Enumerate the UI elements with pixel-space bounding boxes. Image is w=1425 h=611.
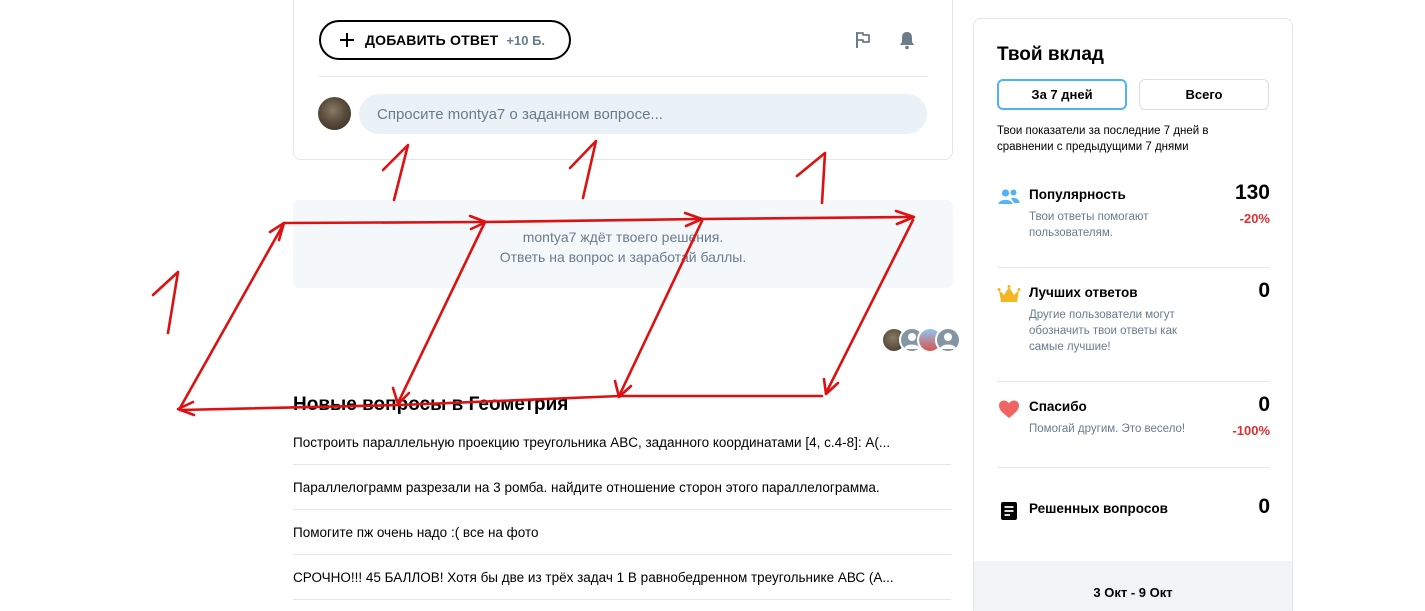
stat-value: 0 [1258, 495, 1270, 518]
question-link[interactable]: Помогите пж очень надо :( все на фото [293, 510, 951, 555]
stat-description: Другие пользователи могут обозначить тво… [1029, 309, 1177, 353]
question-link[interactable]: Построить параллельную проекцию треуголь… [293, 420, 951, 465]
viewer-avatar [935, 327, 961, 353]
stat-value: 0 [1258, 279, 1270, 302]
handwritten-one [795, 151, 827, 205]
bell-icon[interactable] [897, 30, 917, 50]
current-user-avatar [318, 97, 351, 130]
card-divider [319, 76, 927, 77]
contribution-description: Твои показатели за последние 7 дней в ср… [997, 125, 1209, 153]
stat-label: Популярность [1029, 187, 1126, 202]
stat-value: 0 [1258, 393, 1270, 416]
stat-divider [997, 381, 1270, 382]
stat-label: Решенных вопросов [1029, 501, 1168, 516]
add-answer-points: +10 Б. [506, 32, 546, 48]
stat-delta: -100% [1232, 423, 1270, 438]
stat-divider [997, 467, 1270, 468]
stat-value: 130 [1234, 181, 1270, 204]
new-questions-list: Построить параллельную проекцию треуголь… [293, 420, 951, 600]
question-link[interactable]: Параллелограмм разрезали на 3 ромба. най… [293, 465, 951, 510]
arrowhead [822, 377, 840, 396]
flag-icon[interactable] [853, 30, 873, 50]
tab-total[interactable]: Всего [1139, 79, 1269, 110]
contribution-title: Твой вклад [997, 44, 1104, 65]
stat-divider [997, 267, 1270, 268]
users-icon [998, 189, 1020, 204]
stat-delta: -20% [1239, 211, 1270, 226]
arrowhead [613, 379, 633, 399]
drawing-stroke [178, 223, 285, 410]
add-answer-button[interactable]: ДОБАВИТЬ ОТВЕТ +10 Б. [319, 20, 571, 60]
question-link[interactable]: СРОЧНО!!! 45 БАЛЛОВ! Хотя бы две из трёх… [293, 555, 951, 600]
new-questions-title: Новые вопросы в Геометрия [293, 394, 569, 415]
arrowhead [268, 221, 286, 242]
stat-description: Твои ответы помогают пользователям. [1029, 211, 1149, 239]
ask-question-input[interactable] [359, 94, 927, 134]
waiting-for-answer-box: montya7 ждёт твоего решения. Ответь на в… [293, 200, 953, 288]
arrowhead [176, 400, 196, 417]
heart-icon [999, 400, 1019, 418]
crown-icon [997, 285, 1021, 302]
contribution-panel: Твой вклад За 7 дней Всего Твои показате… [973, 18, 1293, 611]
stat-description: Помогай другим. Это весело! [1029, 423, 1186, 435]
viewers-avatars [881, 327, 961, 353]
waiting-line-2: Ответь на вопрос и заработай баллы. [499, 249, 747, 265]
handwritten-one [151, 270, 180, 335]
date-range: 3 Окт - 9 Окт [974, 561, 1292, 611]
stat-label: Спасибо [1029, 399, 1087, 414]
tab-7-days[interactable]: За 7 дней [997, 79, 1127, 110]
plus-icon [340, 33, 354, 47]
stat-label: Лучших ответов [1029, 285, 1138, 300]
document-icon [1001, 502, 1017, 520]
add-answer-label: ДОБАВИТЬ ОТВЕТ [365, 32, 499, 48]
waiting-line-1: montya7 ждёт твоего решения. [522, 229, 724, 245]
